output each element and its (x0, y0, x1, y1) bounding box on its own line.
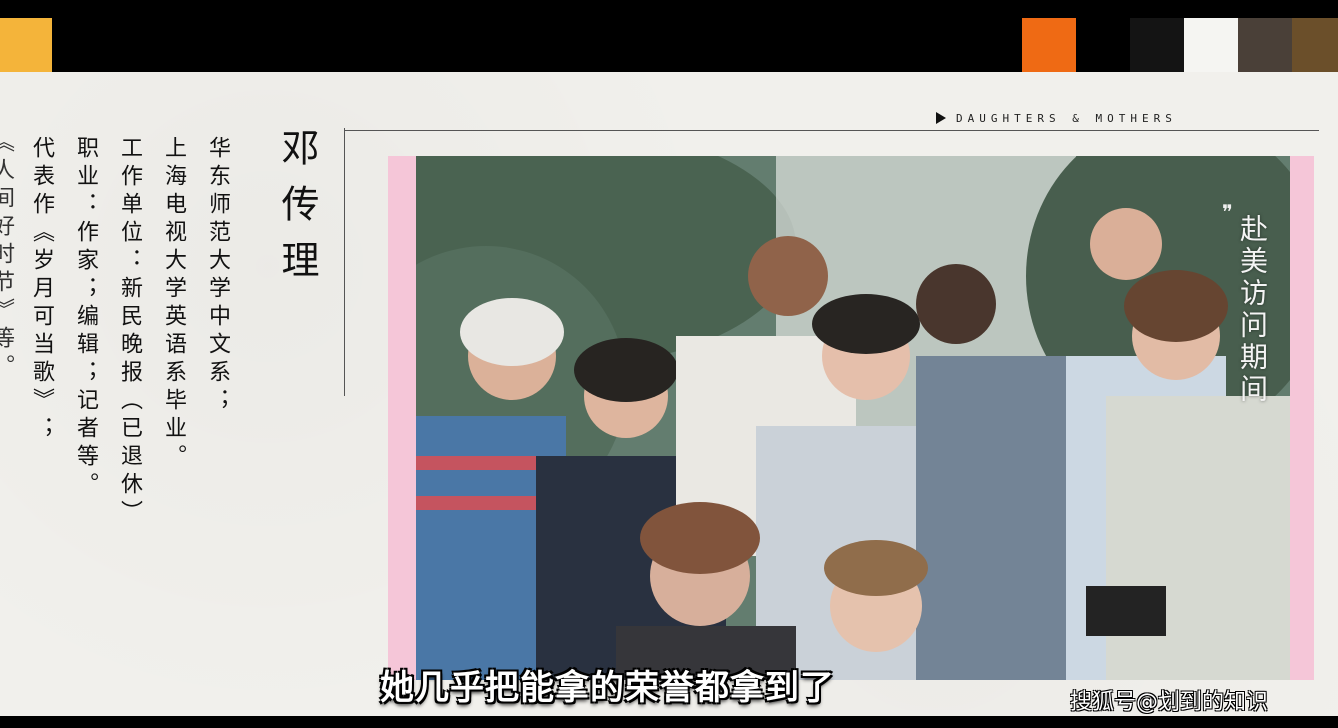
video-subtitle: 她几乎把能拿的荣誉都拿到了 (380, 668, 835, 708)
color-swatch (0, 18, 52, 72)
profile-line-education: 华东师范大学中文系； (205, 136, 230, 416)
photo-caption: 赴美访问期间 (1236, 214, 1269, 406)
watermark: 搜狐号@划到的知识 (1070, 690, 1269, 715)
top-bar (0, 0, 1338, 72)
group-photo (416, 156, 1290, 680)
profile-line-degree: 上海电视大学英语系毕业。 (161, 136, 186, 472)
play-icon (936, 112, 946, 124)
color-swatch (1130, 18, 1184, 72)
person-name: 邓传理 (275, 128, 319, 296)
color-swatch (1184, 18, 1238, 72)
profile-line-occupation: 职业：作家；编辑；记者等。 (73, 136, 98, 500)
color-swatch (1022, 18, 1076, 72)
divider-line (344, 128, 345, 396)
profile-line-works: 代表作《岁月可当歌》； (29, 136, 54, 444)
brand-header: DAUGHTERS & MOTHERS (936, 108, 1177, 128)
color-swatch (1292, 18, 1338, 72)
profile-line-employer: 工作单位：新民晚报（已退休） (117, 136, 142, 528)
bottom-band (0, 716, 1338, 728)
brand-text: DAUGHTERS & MOTHERS (956, 111, 1177, 125)
color-swatch (1238, 18, 1292, 72)
divider-line (344, 130, 1319, 131)
profile-line-works-cont: 《人间好时节》等。 (0, 130, 14, 382)
